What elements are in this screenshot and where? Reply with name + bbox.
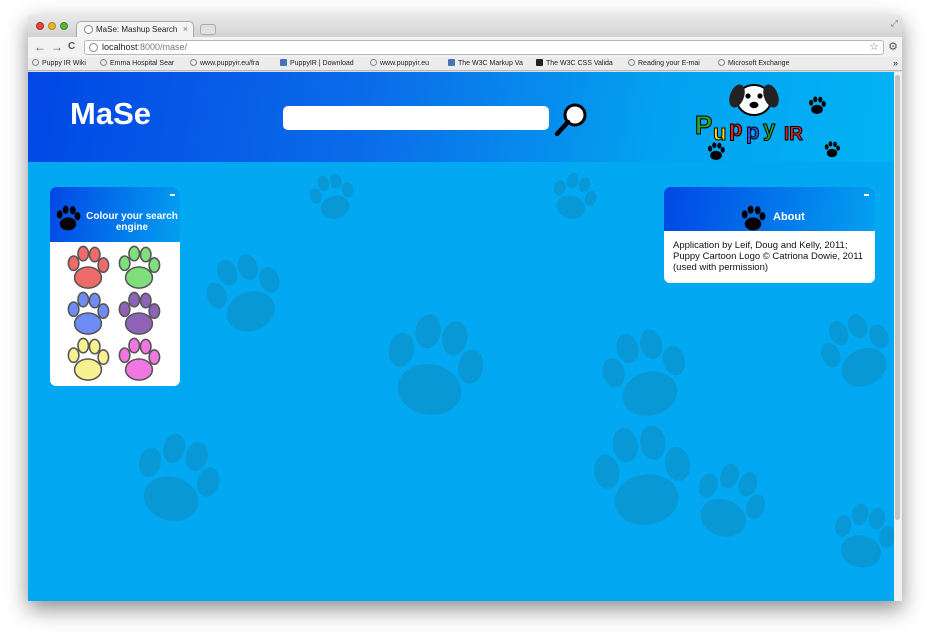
bookmark-item[interactable]: Reading your E-mai [628,59,700,69]
about-panel-title: About [773,211,805,223]
tab-title: MaSe: Mashup Search [96,25,178,34]
svg-text:IR: IR [784,124,803,145]
background-paw-icon [369,303,497,435]
globe-icon [89,43,98,52]
zoom-window-button[interactable] [60,22,68,30]
bookmark-item[interactable]: The W3C Markup Va [448,59,523,69]
paw-colour-button-blue[interactable] [65,291,111,337]
forward-button[interactable]: → [51,40,63,54]
bookmark-label: PuppyIR | Download [290,60,354,67]
bookmark-label: Reading your E-mai [638,60,700,67]
svg-text:y: y [763,116,776,141]
background-paw-icon [542,166,605,232]
close-window-button[interactable] [36,22,44,30]
bookmarks-bar: » Puppy IR Wiki Emma Hospital Sear www.pup… [28,57,902,71]
search-input[interactable] [283,106,549,130]
browser-toolbar: ← → C localhost:8000/mase/ ☆ ⚙ [28,37,902,57]
paw-colour-button-green[interactable] [116,245,162,291]
back-button[interactable]: ← [34,40,46,54]
reload-button[interactable]: C [68,40,75,54]
css-icon [536,59,543,66]
paw-colour-button-red[interactable] [65,245,111,291]
new-tab-button[interactable] [200,24,216,35]
wrench-icon[interactable]: ⚙ [888,40,898,53]
paw-colour-button-pink[interactable] [116,337,162,383]
fullscreen-icon[interactable]: ⤢ [891,18,898,29]
bookmark-item[interactable]: Puppy IR Wiki [32,59,86,69]
globe-icon [718,59,725,66]
browser-tab[interactable]: MaSe: Mashup Search × [76,21,194,37]
paw-icon [56,205,81,231]
about-panel-header: About [664,187,875,231]
bookmark-label: The W3C CSS Valida [546,60,613,67]
paw-colour-button-purple[interactable] [116,291,162,337]
w3c-icon [448,59,455,66]
minimize-window-button[interactable] [48,22,56,30]
background-paw-icon [302,166,365,232]
address-bar[interactable]: localhost:8000/mase/ ☆ [84,40,884,55]
site-icon [280,59,287,66]
svg-text:P: P [695,110,712,140]
site-header: MaSe P u p p y IR [28,72,894,162]
about-panel: About Application by Leif, Doug and Kell… [664,187,875,283]
globe-icon [84,25,93,34]
bookmark-item[interactable]: The W3C CSS Valida [536,59,613,69]
scrollbar-thumb[interactable] [895,75,900,520]
bookmarks-more-icon[interactable]: » [893,58,898,68]
colour-panel-title: Colour your search engine [86,211,178,233]
paw-colour-button-yellow[interactable] [65,337,111,383]
globe-icon [32,59,39,66]
colour-panel-minimize-button[interactable] [170,194,175,196]
browser-window: MaSe: Mashup Search × ⤢ ← → C localhost:… [28,15,902,601]
background-paw-icon [804,299,894,410]
svg-text:u: u [713,120,726,145]
puppyir-logo: P u p p y IR [695,84,840,160]
title-bar: MaSe: Mashup Search × ⤢ [28,15,902,37]
site-title: MaSe [70,96,151,131]
bookmark-item[interactable]: www.puppyir.eu/fra [190,59,259,69]
search-icon[interactable] [552,100,592,140]
bookmark-item[interactable]: PuppyIR | Download [280,59,354,69]
about-line: Application by Leif, Doug and Kelly, 201… [673,240,848,251]
colour-panel-header: Colour your search engine [50,187,180,242]
about-line: Puppy Cartoon Logo © Catriona Dowie, 201… [673,251,864,262]
globe-icon [628,59,635,66]
background-paw-icon [190,240,301,354]
url-text: localhost:8000/mase/ [102,42,188,52]
vertical-scrollbar[interactable] [894,72,902,601]
svg-text:p: p [746,119,759,144]
bookmark-label: The W3C Markup Va [458,60,523,67]
bookmark-star-icon[interactable]: ☆ [869,41,879,54]
bookmark-label: www.puppyir.eu [380,60,430,67]
paw-icon [741,205,766,231]
bookmark-label: www.puppyir.eu/fra [200,60,260,67]
bookmark-label: Emma Hospital Sear [110,60,175,67]
background-paw-icon [117,421,235,542]
about-text: Application by Leif, Doug and Kelly, 201… [673,240,873,273]
globe-icon [190,59,197,66]
bookmark-item[interactable]: www.puppyir.eu [370,59,429,69]
bookmark-label: Microsoft Exchange [728,60,790,67]
globe-icon [100,59,107,66]
tab-close-icon[interactable]: × [183,24,188,34]
svg-text:p: p [729,116,742,141]
about-line: (used with permission) [673,262,769,273]
bookmark-item[interactable]: Microsoft Exchange [718,59,789,69]
background-paw-icon [822,496,894,582]
globe-icon [370,59,377,66]
page-content: MaSe P u p p y IR Colour your search eng… [28,72,894,601]
colour-panel: Colour your search engine [50,187,180,386]
about-panel-minimize-button[interactable] [864,194,869,196]
bookmark-item[interactable]: Emma Hospital Sear [100,59,174,69]
bookmark-label: Puppy IR Wiki [42,60,86,67]
